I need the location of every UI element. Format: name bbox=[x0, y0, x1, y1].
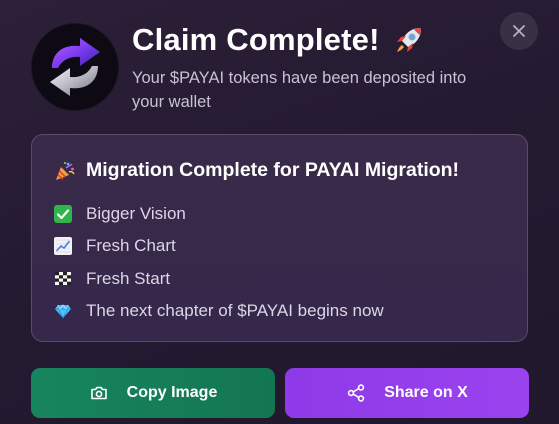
share-on-x-label: Share on X bbox=[384, 384, 468, 401]
close-icon bbox=[513, 25, 525, 37]
card-title-text: Migration Complete for PAYAI Migration! bbox=[86, 159, 460, 181]
feature-item-next-chapter: The next chapter of $PAYAI begins now bbox=[54, 301, 384, 321]
feature-item-fresh-chart: Fresh Chart bbox=[54, 236, 176, 256]
checkered-flag-icon bbox=[55, 272, 71, 285]
copy-image-label: Copy Image bbox=[126, 384, 218, 401]
feature-label: Fresh Start bbox=[86, 269, 171, 288]
feature-label: Fresh Chart bbox=[86, 236, 176, 255]
feature-label: The next chapter of $PAYAI begins now bbox=[86, 301, 384, 320]
gem-icon bbox=[55, 304, 71, 319]
chart-increasing-icon bbox=[54, 237, 72, 255]
migration-summary-card: Migration Complete for PAYAI Migration! … bbox=[31, 134, 528, 342]
dialog-title: Claim Complete! bbox=[132, 22, 426, 58]
share-on-x-button[interactable]: Share on X bbox=[285, 368, 529, 418]
dialog-subtitle: Your $PAYAI tokens have been deposited i… bbox=[132, 69, 467, 111]
feature-label: Bigger Vision bbox=[86, 204, 186, 223]
migration-arrows-logo bbox=[32, 24, 118, 110]
share-icon bbox=[348, 384, 365, 402]
copy-image-button[interactable]: Copy Image bbox=[31, 368, 275, 418]
party-popper-icon bbox=[56, 161, 75, 180]
card-title: Migration Complete for PAYAI Migration! bbox=[54, 159, 459, 182]
claim-complete-dialog: Claim Complete! Your $PAYAI tokens have … bbox=[0, 0, 559, 424]
feature-item-fresh-start: Fresh Start bbox=[54, 269, 170, 289]
dialog-title-text: Claim Complete! bbox=[132, 22, 380, 57]
camera-icon bbox=[90, 386, 107, 400]
rocket-icon bbox=[396, 28, 421, 52]
feature-item-bigger-vision: Bigger Vision bbox=[54, 204, 186, 224]
check-mark-icon bbox=[54, 205, 72, 223]
close-button[interactable] bbox=[500, 12, 538, 50]
